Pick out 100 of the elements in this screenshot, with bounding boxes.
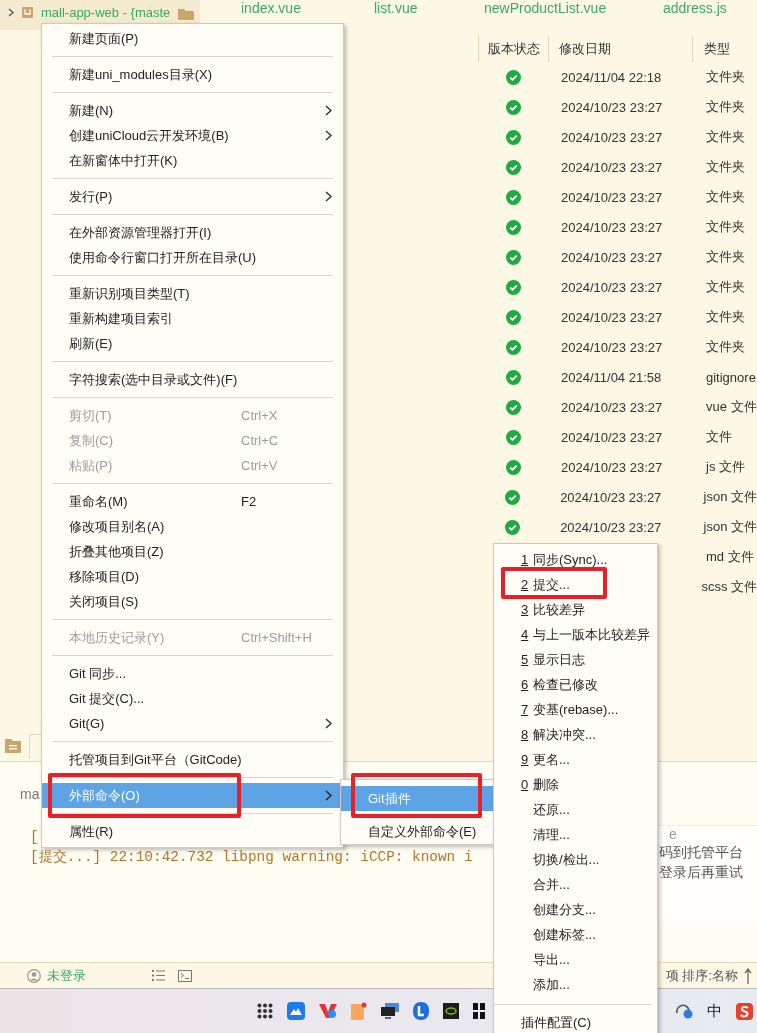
table-cell: 2024/10/23 23:27 <box>561 459 663 475</box>
menu-item[interactable]: 字符搜索(选中目录或文件)(F) <box>42 367 343 392</box>
menu-item[interactable]: 关闭项目(S) <box>42 589 343 614</box>
chevron-icon <box>8 7 14 17</box>
app-icon[interactable] <box>473 1003 485 1019</box>
table-cell: 2024/10/23 23:27 <box>561 279 663 295</box>
list-icon[interactable] <box>152 970 165 981</box>
table-cell: 2024/10/23 23:27 <box>561 159 663 175</box>
log-line: [ <box>30 828 40 847</box>
table-cell: 2024/11/04 21:58 <box>561 369 662 385</box>
chevron-icon <box>325 191 332 202</box>
table-cell: 2024/10/23 23:27 <box>560 489 662 505</box>
menu-item[interactable]: 0 删除 <box>494 772 657 797</box>
menu-item[interactable]: Git 同步... <box>42 661 343 686</box>
menu-item[interactable]: 8 解决冲突... <box>494 722 657 747</box>
table-cell: json 文件 <box>703 518 757 536</box>
project-icon <box>22 6 33 18</box>
table-cell: 文件夹 <box>706 218 745 236</box>
menu-item[interactable]: 属性(R) <box>42 819 343 844</box>
menu-item[interactable]: 在新窗体中打开(K) <box>42 148 343 173</box>
project-name: mall-app-web - {maste <box>41 4 171 20</box>
menu-item[interactable]: 新建uni_modules目录(X) <box>42 62 343 87</box>
menu-item[interactable]: 切换/检出... <box>494 847 657 872</box>
table-cell: 文件夹 <box>706 308 745 326</box>
table-cell: 文件夹 <box>706 338 745 356</box>
menu-item[interactable]: 重新识别项目类型(T) <box>42 281 343 306</box>
menu-item[interactable]: 使用命令行窗口打开所在目录(U) <box>42 245 343 270</box>
menu-item[interactable]: 插件配置(C) <box>494 1010 657 1033</box>
folder-icon <box>178 8 194 20</box>
menu-item[interactable]: 创建分支... <box>494 897 657 922</box>
menu-item[interactable]: 托管项目到Git平台（GitCode) <box>42 747 343 772</box>
table-cell: scss 文件 <box>701 578 757 596</box>
notification-text: 登录后再重试 <box>658 863 744 882</box>
folder-icon <box>5 739 21 753</box>
network-icon[interactable] <box>675 1003 693 1019</box>
output-tab[interactable]: ma <box>20 786 40 802</box>
table-cell: vue 文件 <box>706 398 757 416</box>
menu-item[interactable]: 添加... <box>494 972 657 997</box>
menu-item[interactable]: 创建uniCloud云开发环境(B) <box>42 123 343 148</box>
menu-item[interactable]: 清理... <box>494 822 657 847</box>
menu-item[interactable]: Git 提交(C)... <box>42 686 343 711</box>
menu-item[interactable]: 在外部资源管理器打开(I) <box>42 220 343 245</box>
chevron-icon <box>325 130 332 141</box>
table-cell: 文件夹 <box>706 278 745 296</box>
menu-item[interactable]: 自定义外部命令(E) <box>341 819 493 844</box>
column-header[interactable]: 类型 <box>692 35 730 62</box>
table-cell: 文件夹 <box>706 68 745 86</box>
menu-item[interactable]: 新建(N) <box>42 98 343 123</box>
menu-item[interactable]: 折叠其他项目(Z) <box>42 539 343 564</box>
terminal-icon[interactable] <box>178 969 192 982</box>
menu-item[interactable]: 发行(P) <box>42 184 343 209</box>
input-method-indicator[interactable]: 中 <box>707 1001 722 1021</box>
menu-item[interactable]: 2 提交... <box>494 572 657 597</box>
column-header[interactable]: 修改日期 <box>548 35 692 62</box>
log-line: [提交...] 22:10:42.732 libpng warning: iCCP: known i <box>30 848 473 867</box>
app-icon[interactable] <box>443 1003 459 1019</box>
sort-arrow-icon[interactable] <box>744 967 752 984</box>
table-cell: 2024/10/23 23:27 <box>561 339 663 355</box>
menu-item[interactable]: 1 同步(Sync)... <box>494 547 657 572</box>
menu-item[interactable]: 4 与上一版本比较差异 <box>494 622 657 647</box>
column-header[interactable]: 版本状态 <box>478 35 548 62</box>
user-icon[interactable] <box>27 968 41 983</box>
table-cell: 2024/10/23 23:27 <box>561 429 663 445</box>
table-cell: 文件 <box>706 428 732 446</box>
menu-item[interactable]: Git(G) <box>42 711 343 736</box>
menu-item[interactable]: 移除项目(D) <box>42 564 343 589</box>
table-cell: 2024/11/04 22:18 <box>561 69 662 85</box>
menu-item[interactable]: 合并... <box>494 872 657 897</box>
chevron-icon <box>325 718 332 729</box>
menu-item[interactable]: 导出... <box>494 947 657 972</box>
table-cell: 2024/10/23 23:27 <box>560 519 662 535</box>
table-cell: 2024/10/23 23:27 <box>561 129 663 145</box>
table-cell: 文件夹 <box>706 188 745 206</box>
table-cell: js 文件 <box>706 458 745 476</box>
table-cell: json 文件 <box>703 488 757 506</box>
table-cell: 2024/10/23 23:27 <box>561 219 663 235</box>
menu-item[interactable]: 6 检查已修改 <box>494 672 657 697</box>
menu-item[interactable]: 创建标签... <box>494 922 657 947</box>
app-grid-icon[interactable] <box>257 1003 273 1019</box>
menu-item[interactable]: 还原... <box>494 797 657 822</box>
table-cell: 文件夹 <box>706 128 745 146</box>
menu-item[interactable]: 刷新(E) <box>42 331 343 356</box>
table-cell: 文件夹 <box>706 248 745 266</box>
menu-item[interactable]: 5 显示日志 <box>494 647 657 672</box>
menu-item[interactable]: 重新构建项目索引 <box>42 306 343 331</box>
table-cell: 2024/10/23 23:27 <box>561 99 663 115</box>
menu-item[interactable]: 重命名(M) F2 <box>42 489 343 514</box>
table-cell: gitignore <box>706 369 756 385</box>
menu-item[interactable]: 7 变基(rebase)... <box>494 697 657 722</box>
table-cell: 2024/10/23 23:27 <box>561 249 663 265</box>
menu-item[interactable]: 9 更名... <box>494 747 657 772</box>
notification-title: e <box>668 826 678 842</box>
table-cell: 2024/10/23 23:27 <box>561 309 663 325</box>
table-cell: 2024/10/23 23:27 <box>561 399 663 415</box>
menu-item[interactable]: 3 比较差异 <box>494 597 657 622</box>
monitor-icon[interactable] <box>381 1003 399 1019</box>
menu-item[interactable]: 修改项目别名(A) <box>42 514 343 539</box>
table-cell: 文件夹 <box>706 98 745 116</box>
chevron-icon <box>325 105 332 116</box>
table-cell: md 文件 <box>706 548 754 566</box>
